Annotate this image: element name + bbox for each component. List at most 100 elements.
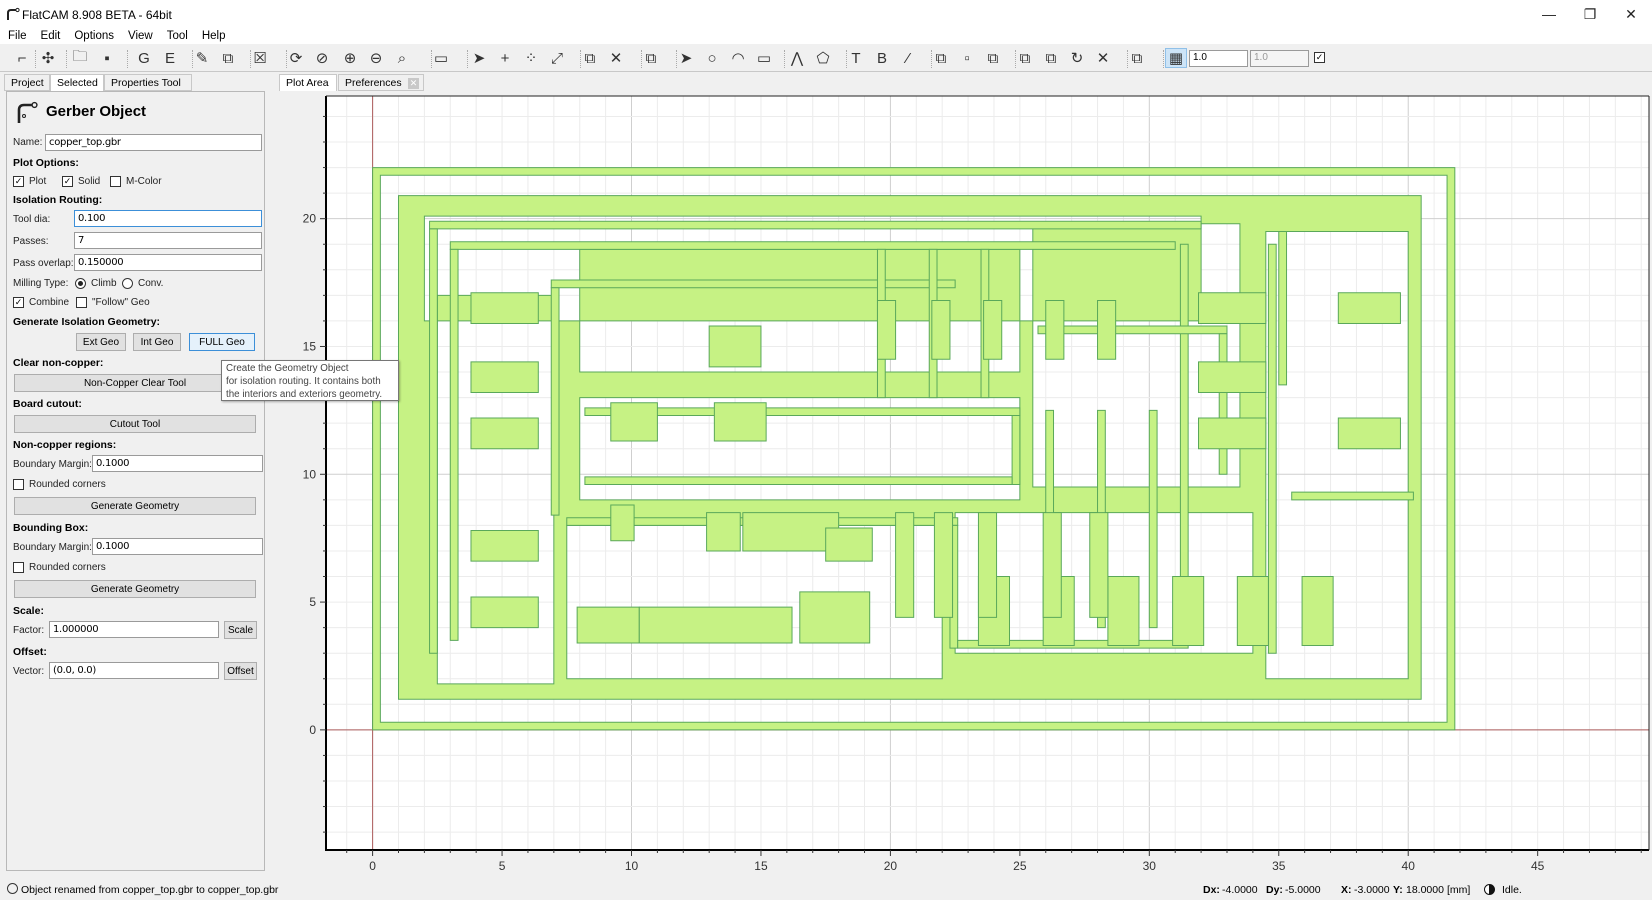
- copper-pad: [1045, 299, 1065, 360]
- climb-radio[interactable]: [75, 278, 86, 289]
- grid-lock-checkbox[interactable]: ✓: [1314, 52, 1325, 63]
- cut-path-button[interactable]: ⧉: [1014, 48, 1036, 68]
- bb-generate-geometry-button[interactable]: Generate Geometry: [14, 580, 256, 598]
- nc-rounded-corners-checkbox[interactable]: [13, 479, 24, 490]
- mcolor-checkbox[interactable]: [110, 176, 121, 187]
- zoom-in-button[interactable]: ⊕: [339, 48, 361, 68]
- copy-object-button[interactable]: ⧉: [217, 48, 239, 68]
- conv-radio[interactable]: [122, 278, 133, 289]
- pass-overlap-input[interactable]: 0.150000: [74, 254, 262, 271]
- menu-options[interactable]: Options: [66, 28, 120, 42]
- copper-pad: [706, 512, 741, 552]
- restore-button[interactable]: ❐: [1567, 0, 1613, 28]
- plot-canvas[interactable]: 0 5 10 15 20 25 30 35 40 45 0 5 10 15 20: [272, 92, 1652, 873]
- follow-geo-checkbox[interactable]: [76, 297, 87, 308]
- tab-properties-tool[interactable]: Properties Tool: [104, 74, 192, 91]
- text-button[interactable]: T: [845, 48, 867, 68]
- copy-drill-button[interactable]: ⧉: [579, 48, 601, 68]
- tab-selected[interactable]: Selected: [50, 74, 104, 91]
- zoom-fit-button[interactable]: ⌕: [391, 48, 413, 68]
- tab-plot-area[interactable]: Plot Area: [279, 74, 337, 91]
- scale-button[interactable]: Scale: [224, 621, 257, 639]
- replot-button[interactable]: ⟳: [285, 48, 307, 68]
- path-button[interactable]: ⋀: [786, 48, 808, 68]
- close-tab-icon[interactable]: ✕: [408, 78, 419, 89]
- new-gcode-button[interactable]: G: [133, 48, 155, 68]
- arc-button[interactable]: ◠: [727, 48, 749, 68]
- menu-file[interactable]: File: [0, 28, 33, 42]
- zoom-out-button[interactable]: ⊖: [365, 48, 387, 68]
- offset-button[interactable]: Offset: [224, 662, 257, 680]
- tool-dia-input[interactable]: 0.100: [74, 210, 262, 227]
- bb-rounded-corners-checkbox[interactable]: [13, 562, 24, 573]
- copper-trace: [584, 476, 1013, 486]
- clear-plot-button[interactable]: ⊘: [311, 48, 333, 68]
- polygon-button[interactable]: ⬠: [812, 48, 834, 68]
- paint-button[interactable]: ⁄: [897, 48, 919, 68]
- rotate-button[interactable]: ↻: [1066, 48, 1088, 68]
- add-drill-button[interactable]: +: [494, 48, 516, 68]
- minimize-button[interactable]: —: [1526, 0, 1572, 28]
- buffer-button[interactable]: B: [871, 48, 893, 68]
- open-folder-button[interactable]: 🗀: [69, 48, 91, 68]
- circle-button[interactable]: ○: [701, 48, 723, 68]
- geo-select-button[interactable]: ➤: [675, 48, 697, 68]
- grid-x-input[interactable]: 1.0: [1189, 50, 1248, 67]
- move-drill-button[interactable]: ⧉: [640, 48, 662, 68]
- bb-boundary-margin-label: Boundary Margin:: [13, 542, 92, 553]
- menu-edit[interactable]: Edit: [33, 28, 67, 42]
- zoom-in-icon: ⊕: [343, 50, 357, 67]
- full-geo-tooltip: Create the Geometry Object for isolation…: [221, 360, 399, 401]
- delete-drill-button[interactable]: ✕: [605, 48, 627, 68]
- intersection-button[interactable]: ▫: [956, 48, 978, 68]
- menu-tool[interactable]: Tool: [159, 28, 194, 42]
- add-drill-array-button[interactable]: ⁘: [520, 48, 542, 68]
- select-icon: ➤: [472, 50, 486, 67]
- bb-boundary-margin-input[interactable]: 0.1000: [92, 538, 263, 555]
- save-button[interactable]: ▪: [96, 48, 118, 68]
- copy-geo-button[interactable]: ⧉: [1040, 48, 1062, 68]
- passes-label: Passes:: [13, 236, 49, 247]
- copper-pad: [470, 530, 539, 562]
- delete-object-button[interactable]: ☒: [249, 48, 271, 68]
- plot-checkbox[interactable]: ✓: [13, 176, 24, 187]
- offset-vector-input[interactable]: (0.0, 0.0): [49, 662, 219, 679]
- subtraction-button[interactable]: ⧉: [982, 48, 1004, 68]
- delete-shape-button[interactable]: ✕: [1092, 48, 1114, 68]
- edit-button[interactable]: ✎: [191, 48, 213, 68]
- flatcam-logo-button[interactable]: ⌐: [11, 48, 33, 68]
- shell-button[interactable]: ▭: [430, 48, 452, 68]
- snap-grid-button[interactable]: ▦: [1165, 48, 1187, 68]
- x-label: X:: [1341, 884, 1352, 896]
- tab-project[interactable]: Project: [4, 74, 50, 91]
- clear-plot-icon: ⊘: [315, 50, 329, 67]
- tab-preferences[interactable]: Preferences ✕: [338, 74, 424, 91]
- select-button[interactable]: ➤: [468, 48, 490, 68]
- new-excellon-button[interactable]: E: [159, 48, 181, 68]
- object-name-input[interactable]: copper_top.gbr: [45, 134, 262, 151]
- nc-generate-geometry-button[interactable]: Generate Geometry: [14, 497, 256, 515]
- origin-button[interactable]: ✣: [37, 48, 59, 68]
- scale-factor-input[interactable]: 1.000000: [49, 621, 219, 638]
- move-shape-button[interactable]: ⧉: [1126, 48, 1148, 68]
- cutout-tool-button[interactable]: Cutout Tool: [14, 415, 256, 433]
- full-geo-button[interactable]: FULL Geo: [189, 333, 255, 351]
- solid-checkbox[interactable]: ✓: [62, 176, 73, 187]
- y-tick-label: 20: [303, 212, 317, 226]
- menu-help[interactable]: Help: [194, 28, 232, 42]
- int-geo-button[interactable]: Int Geo: [133, 333, 181, 351]
- close-button[interactable]: ✕: [1608, 0, 1652, 28]
- x-tick-label: 40: [1402, 859, 1416, 872]
- main-toolbar: ⌐ ✣ 🗀 ▪ G E ✎ ⧉ ☒ ⟳ ⊘ ⊕ ⊖ ⌕ ▭ ➤ + ⁘ ⤢ ⧉ ✕ ⧉ ➤ ○ ◠ ▭ ⋀ ⬠ T B ⁄ ⧉ ▫ ⧉ ⧉ ⧉ ↻ ✕ ⧉ ▦…: [0, 44, 1652, 72]
- passes-input[interactable]: 7: [74, 232, 262, 249]
- restore-icon: ❐: [1583, 5, 1597, 22]
- resize-drill-button[interactable]: ⤢: [546, 48, 568, 68]
- menu-view[interactable]: View: [120, 28, 159, 42]
- non-copper-clear-tool-button[interactable]: Non-Copper Clear Tool: [14, 374, 256, 392]
- grid-y-input[interactable]: 1.0: [1250, 50, 1309, 67]
- union-button[interactable]: ⧉: [930, 48, 952, 68]
- rectangle-button[interactable]: ▭: [753, 48, 775, 68]
- nc-boundary-margin-input[interactable]: 0.1000: [92, 455, 263, 472]
- combine-checkbox[interactable]: ✓: [13, 297, 24, 308]
- ext-geo-button[interactable]: Ext Geo: [76, 333, 126, 351]
